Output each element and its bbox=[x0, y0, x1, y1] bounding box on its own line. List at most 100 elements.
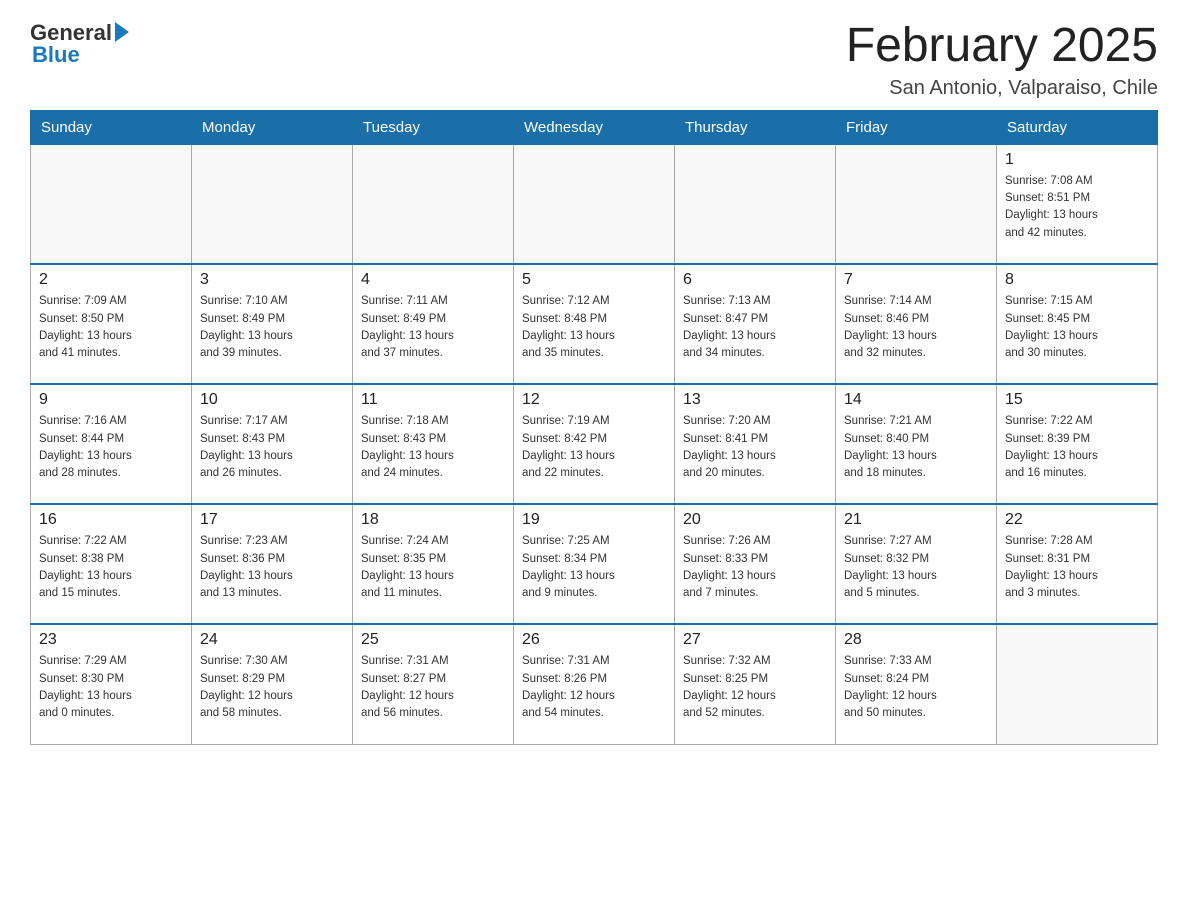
day-info: Sunrise: 7:08 AMSunset: 8:51 PMDaylight:… bbox=[1005, 173, 1149, 242]
weekday-header-saturday: Saturday bbox=[997, 110, 1158, 144]
calendar-day-cell: 9 Sunrise: 7:16 AMSunset: 8:44 PMDaylight… bbox=[31, 384, 192, 504]
day-info: Sunrise: 7:14 AMSunset: 8:46 PMDaylight:… bbox=[844, 293, 988, 362]
location-title: San Antonio, Valparaiso, Chile bbox=[846, 77, 1158, 100]
calendar-day-cell: 19 Sunrise: 7:25 AMSunset: 8:34 PMDayligh… bbox=[514, 504, 675, 624]
calendar-day-cell: 8 Sunrise: 7:15 AMSunset: 8:45 PMDaylight… bbox=[997, 264, 1158, 384]
day-number: 20 bbox=[683, 511, 827, 529]
day-info: Sunrise: 7:12 AMSunset: 8:48 PMDaylight:… bbox=[522, 293, 666, 362]
logo-arrow-icon bbox=[115, 22, 129, 42]
day-info: Sunrise: 7:10 AMSunset: 8:49 PMDaylight:… bbox=[200, 293, 344, 362]
day-info: Sunrise: 7:28 AMSunset: 8:31 PMDaylight:… bbox=[1005, 533, 1149, 602]
calendar-table: SundayMondayTuesdayWednesdayThursdayFrid… bbox=[30, 110, 1158, 745]
page-header: General Blue February 2025 San Antonio, … bbox=[30, 20, 1158, 100]
weekday-header-thursday: Thursday bbox=[675, 110, 836, 144]
calendar-day-cell: 26Sunrise: 7:31 AMSunset: 8:26 PMDayligh… bbox=[514, 624, 675, 744]
calendar-day-cell: 28 Sunrise: 7:33 AMSunset: 8:24 PMDayligh… bbox=[836, 624, 997, 744]
calendar-day-cell: 27 Sunrise: 7:32 AMSunset: 8:25 PMDayligh… bbox=[675, 624, 836, 744]
calendar-day-cell: 2 Sunrise: 7:09 AMSunset: 8:50 PMDaylight… bbox=[31, 264, 192, 384]
day-number: 28 bbox=[844, 631, 988, 649]
day-info: Sunrise: 7:13 AMSunset: 8:47 PMDaylight:… bbox=[683, 293, 827, 362]
day-number: 2 bbox=[39, 271, 183, 289]
logo-blue-text: Blue bbox=[30, 42, 80, 68]
day-info: Sunrise: 7:22 AMSunset: 8:39 PMDaylight:… bbox=[1005, 413, 1149, 482]
day-info: Sunrise: 7:09 AMSunset: 8:50 PMDaylight:… bbox=[39, 293, 183, 362]
day-info: Sunrise: 7:15 AMSunset: 8:45 PMDaylight:… bbox=[1005, 293, 1149, 362]
day-info: Sunrise: 7:23 AMSunset: 8:36 PMDaylight:… bbox=[200, 533, 344, 602]
day-info: Sunrise: 7:11 AMSunset: 8:49 PMDaylight:… bbox=[361, 293, 505, 362]
calendar-day-cell: 6 Sunrise: 7:13 AMSunset: 8:47 PMDaylight… bbox=[675, 264, 836, 384]
day-info: Sunrise: 7:29 AMSunset: 8:30 PMDaylight:… bbox=[39, 653, 183, 722]
calendar-week-row: 23 Sunrise: 7:29 AMSunset: 8:30 PMDayligh… bbox=[31, 624, 1158, 744]
calendar-day-cell: 12 Sunrise: 7:19 AMSunset: 8:42 PMDayligh… bbox=[514, 384, 675, 504]
calendar-day-cell: 10 Sunrise: 7:17 AMSunset: 8:43 PMDayligh… bbox=[192, 384, 353, 504]
calendar-day-cell: 21Sunrise: 7:27 AMSunset: 8:32 PMDayligh… bbox=[836, 504, 997, 624]
calendar-day-cell bbox=[997, 624, 1158, 744]
calendar-day-cell: 4 Sunrise: 7:11 AMSunset: 8:49 PMDaylight… bbox=[353, 264, 514, 384]
calendar-week-row: 9 Sunrise: 7:16 AMSunset: 8:44 PMDaylight… bbox=[31, 384, 1158, 504]
calendar-day-cell bbox=[31, 144, 192, 264]
day-number: 26 bbox=[522, 631, 666, 649]
calendar-day-cell: 25 Sunrise: 7:31 AMSunset: 8:27 PMDayligh… bbox=[353, 624, 514, 744]
calendar-day-cell: 16 Sunrise: 7:22 AMSunset: 8:38 PMDayligh… bbox=[31, 504, 192, 624]
day-info: Sunrise: 7:17 AMSunset: 8:43 PMDaylight:… bbox=[200, 413, 344, 482]
calendar-day-cell: 18 Sunrise: 7:24 AMSunset: 8:35 PMDayligh… bbox=[353, 504, 514, 624]
day-number: 27 bbox=[683, 631, 827, 649]
day-info: Sunrise: 7:24 AMSunset: 8:35 PMDaylight:… bbox=[361, 533, 505, 602]
calendar-day-cell bbox=[836, 144, 997, 264]
calendar-day-cell: 11 Sunrise: 7:18 AMSunset: 8:43 PMDayligh… bbox=[353, 384, 514, 504]
calendar-day-cell: 7Sunrise: 7:14 AMSunset: 8:46 PMDaylight… bbox=[836, 264, 997, 384]
title-section: February 2025 San Antonio, Valparaiso, C… bbox=[846, 20, 1158, 100]
day-info: Sunrise: 7:31 AMSunset: 8:27 PMDaylight:… bbox=[361, 653, 505, 722]
calendar-day-cell: 23 Sunrise: 7:29 AMSunset: 8:30 PMDayligh… bbox=[31, 624, 192, 744]
calendar-day-cell: 24Sunrise: 7:30 AMSunset: 8:29 PMDayligh… bbox=[192, 624, 353, 744]
calendar-day-cell: 13 Sunrise: 7:20 AMSunset: 8:41 PMDayligh… bbox=[675, 384, 836, 504]
weekday-header-sunday: Sunday bbox=[31, 110, 192, 144]
day-number: 22 bbox=[1005, 511, 1149, 529]
weekday-header-friday: Friday bbox=[836, 110, 997, 144]
day-number: 9 bbox=[39, 391, 183, 409]
calendar-day-cell: 20 Sunrise: 7:26 AMSunset: 8:33 PMDayligh… bbox=[675, 504, 836, 624]
day-info: Sunrise: 7:20 AMSunset: 8:41 PMDaylight:… bbox=[683, 413, 827, 482]
day-number: 14 bbox=[844, 391, 988, 409]
calendar-day-cell bbox=[675, 144, 836, 264]
calendar-day-cell bbox=[192, 144, 353, 264]
day-number: 4 bbox=[361, 271, 505, 289]
calendar-day-cell: 17Sunrise: 7:23 AMSunset: 8:36 PMDayligh… bbox=[192, 504, 353, 624]
calendar-day-cell: 1 Sunrise: 7:08 AMSunset: 8:51 PMDaylight… bbox=[997, 144, 1158, 264]
calendar-day-cell bbox=[514, 144, 675, 264]
day-number: 24 bbox=[200, 631, 344, 649]
day-number: 10 bbox=[200, 391, 344, 409]
calendar-week-row: 2 Sunrise: 7:09 AMSunset: 8:50 PMDaylight… bbox=[31, 264, 1158, 384]
day-info: Sunrise: 7:22 AMSunset: 8:38 PMDaylight:… bbox=[39, 533, 183, 602]
day-number: 15 bbox=[1005, 391, 1149, 409]
day-info: Sunrise: 7:18 AMSunset: 8:43 PMDaylight:… bbox=[361, 413, 505, 482]
calendar-day-cell: 22 Sunrise: 7:28 AMSunset: 8:31 PMDayligh… bbox=[997, 504, 1158, 624]
day-number: 16 bbox=[39, 511, 183, 529]
day-number: 23 bbox=[39, 631, 183, 649]
day-number: 13 bbox=[683, 391, 827, 409]
day-number: 21 bbox=[844, 511, 988, 529]
day-number: 18 bbox=[361, 511, 505, 529]
day-info: Sunrise: 7:21 AMSunset: 8:40 PMDaylight:… bbox=[844, 413, 988, 482]
day-number: 12 bbox=[522, 391, 666, 409]
day-info: Sunrise: 7:26 AMSunset: 8:33 PMDaylight:… bbox=[683, 533, 827, 602]
calendar-day-cell: 15 Sunrise: 7:22 AMSunset: 8:39 PMDayligh… bbox=[997, 384, 1158, 504]
calendar-day-cell: 3 Sunrise: 7:10 AMSunset: 8:49 PMDaylight… bbox=[192, 264, 353, 384]
day-info: Sunrise: 7:32 AMSunset: 8:25 PMDaylight:… bbox=[683, 653, 827, 722]
day-number: 6 bbox=[683, 271, 827, 289]
weekday-header-row: SundayMondayTuesdayWednesdayThursdayFrid… bbox=[31, 110, 1158, 144]
day-number: 3 bbox=[200, 271, 344, 289]
day-info: Sunrise: 7:25 AMSunset: 8:34 PMDaylight:… bbox=[522, 533, 666, 602]
day-number: 25 bbox=[361, 631, 505, 649]
day-number: 1 bbox=[1005, 151, 1149, 169]
day-number: 11 bbox=[361, 391, 505, 409]
logo: General Blue bbox=[30, 20, 129, 68]
calendar-day-cell bbox=[353, 144, 514, 264]
day-info: Sunrise: 7:16 AMSunset: 8:44 PMDaylight:… bbox=[39, 413, 183, 482]
day-number: 8 bbox=[1005, 271, 1149, 289]
day-number: 19 bbox=[522, 511, 666, 529]
calendar-day-cell: 14 Sunrise: 7:21 AMSunset: 8:40 PMDayligh… bbox=[836, 384, 997, 504]
day-number: 5 bbox=[522, 271, 666, 289]
day-info: Sunrise: 7:19 AMSunset: 8:42 PMDaylight:… bbox=[522, 413, 666, 482]
day-info: Sunrise: 7:33 AMSunset: 8:24 PMDaylight:… bbox=[844, 653, 988, 722]
